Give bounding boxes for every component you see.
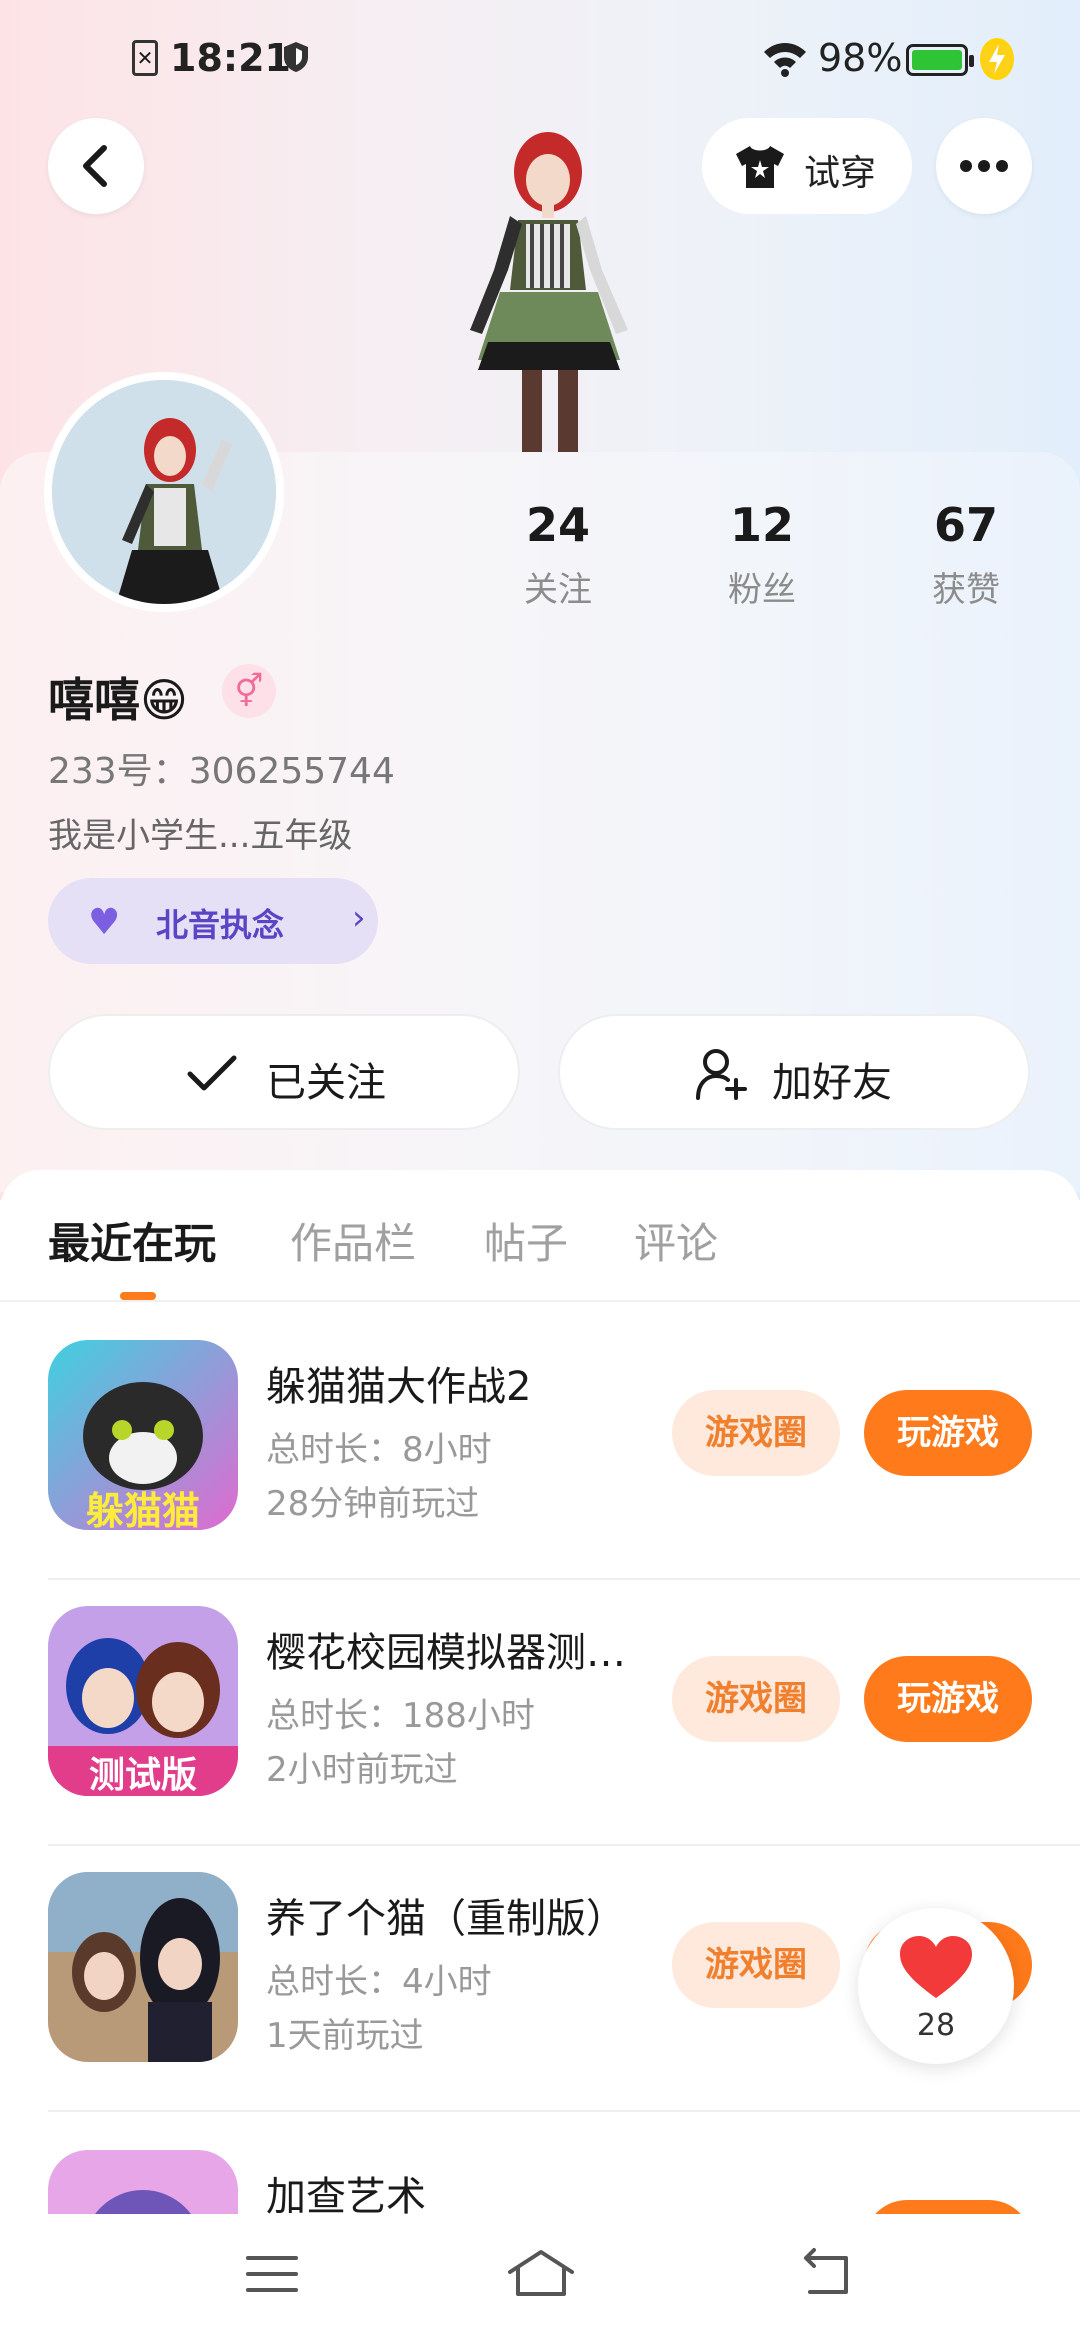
game-title: 躲猫猫大作战2 <box>266 1364 532 1410</box>
user-id: 233号：306255744 <box>48 751 395 792</box>
tab-works[interactable]: 作品栏 <box>290 1210 416 1271</box>
stat-label: 关注 <box>524 570 592 610</box>
game-row[interactable]: 躲猫猫 躲猫猫大作战2 总时长：8小时 28分钟前玩过 游戏圈 玩游戏 <box>48 1314 1080 1580</box>
chevron-right-icon: › <box>352 898 366 938</box>
more-icon <box>960 160 1008 172</box>
try-on-button[interactable]: 试穿 <box>702 118 912 214</box>
battery-percent: 98% <box>818 36 903 80</box>
game-icon <box>48 1872 238 2062</box>
heart-icon <box>900 1936 972 1998</box>
add-friend-button[interactable]: 加好友 <box>558 1014 1030 1130</box>
like-button[interactable]: 28 <box>858 1908 1014 2064</box>
play-game-button[interactable]: 玩游戏 <box>864 2200 1032 2214</box>
tab-recent[interactable]: 最近在玩 <box>48 1210 216 1271</box>
clock: 18:21 <box>170 36 291 80</box>
fan-tag-label: 北音执念 <box>156 906 285 944</box>
game-circle-button[interactable]: 游戏圈 <box>672 1922 840 2008</box>
game-circle-button[interactable]: 游戏圈 <box>672 1656 840 1742</box>
avatar[interactable] <box>44 372 284 612</box>
chevron-left-icon <box>83 145 107 187</box>
stat-likes[interactable]: 67 获赞 <box>886 498 1046 611</box>
avatar-image <box>52 380 276 604</box>
game-icon-label: 测试版 <box>88 1755 197 1796</box>
game-title: 养了个猫（重制版） <box>266 1896 626 1942</box>
heart-icon: ♥ <box>88 902 121 943</box>
game-duration: 总时长：188小时 <box>266 1696 535 1736</box>
stat-following[interactable]: 24 关注 <box>478 498 638 611</box>
play-game-button[interactable]: 玩游戏 <box>864 1390 1032 1476</box>
stat-value: 67 <box>933 498 998 552</box>
stat-label: 获赞 <box>932 570 1000 610</box>
wifi-icon <box>764 43 806 77</box>
shield-icon <box>284 42 308 72</box>
user-name: 嘻嘻😁 <box>48 673 188 727</box>
game-row[interactable]: 加查艺术 玩游戏 <box>48 2112 1080 2214</box>
stat-label: 粉丝 <box>728 570 796 610</box>
stat-value: 12 <box>729 498 794 552</box>
charging-icon <box>980 38 1014 80</box>
tab-comments[interactable]: 评论 <box>634 1210 718 1271</box>
check-icon <box>187 1055 237 1091</box>
add-user-icon <box>696 1049 747 1100</box>
try-on-label: 试穿 <box>804 153 877 194</box>
game-duration: 总时长：4小时 <box>266 1962 492 2002</box>
system-nav-bar <box>0 2214 1080 2340</box>
back-button[interactable] <box>48 118 144 214</box>
follow-label: 已关注 <box>266 1060 386 1106</box>
follow-button[interactable]: 已关注 <box>48 1014 520 1130</box>
gender-badge: ⚥ <box>222 664 276 718</box>
add-friend-label: 加好友 <box>772 1060 892 1106</box>
stat-followers[interactable]: 12 粉丝 <box>682 498 842 611</box>
tab-bar: 最近在玩 作品栏 帖子 评论 <box>0 1170 1080 1302</box>
user-bio: 我是小学生...五年级 <box>48 816 353 856</box>
active-tab-indicator <box>120 1292 156 1300</box>
game-circle-button[interactable]: 游戏圈 <box>672 1390 840 1476</box>
menu-icon[interactable] <box>242 2244 302 2304</box>
status-bar: ✕ 18:21 98% <box>0 30 1080 90</box>
fan-tag[interactable]: ♥ 北音执念 › <box>48 878 378 964</box>
game-last-played: 2小时前玩过 <box>266 1750 458 1790</box>
more-button[interactable] <box>936 118 1032 214</box>
game-icon-label: 躲猫猫 <box>85 1489 200 1530</box>
like-count: 28 <box>916 2008 956 2043</box>
game-icon: 测试版 <box>48 1606 238 1796</box>
tab-posts[interactable]: 帖子 <box>484 1210 568 1271</box>
battery-icon <box>906 44 974 76</box>
game-title: 樱花校园模拟器测… <box>266 1630 626 1676</box>
character-figure <box>470 132 628 452</box>
game-icon <box>48 2150 238 2214</box>
shirt-icon <box>736 146 784 188</box>
sim-icon: ✕ <box>132 40 158 76</box>
stat-value: 24 <box>525 498 590 552</box>
game-duration: 总时长：8小时 <box>266 1430 492 1470</box>
game-title: 加查艺术 <box>266 2174 426 2214</box>
home-icon[interactable] <box>506 2244 576 2304</box>
back-nav-icon[interactable] <box>796 2244 856 2304</box>
game-icon: 躲猫猫 <box>48 1340 238 1530</box>
play-game-button[interactable]: 玩游戏 <box>864 1656 1032 1742</box>
game-last-played: 1天前玩过 <box>266 2016 424 2056</box>
game-last-played: 28分钟前玩过 <box>266 1484 480 1524</box>
game-row[interactable]: 测试版 樱花校园模拟器测… 总时长：188小时 2小时前玩过 游戏圈 玩游戏 <box>48 1580 1080 1846</box>
